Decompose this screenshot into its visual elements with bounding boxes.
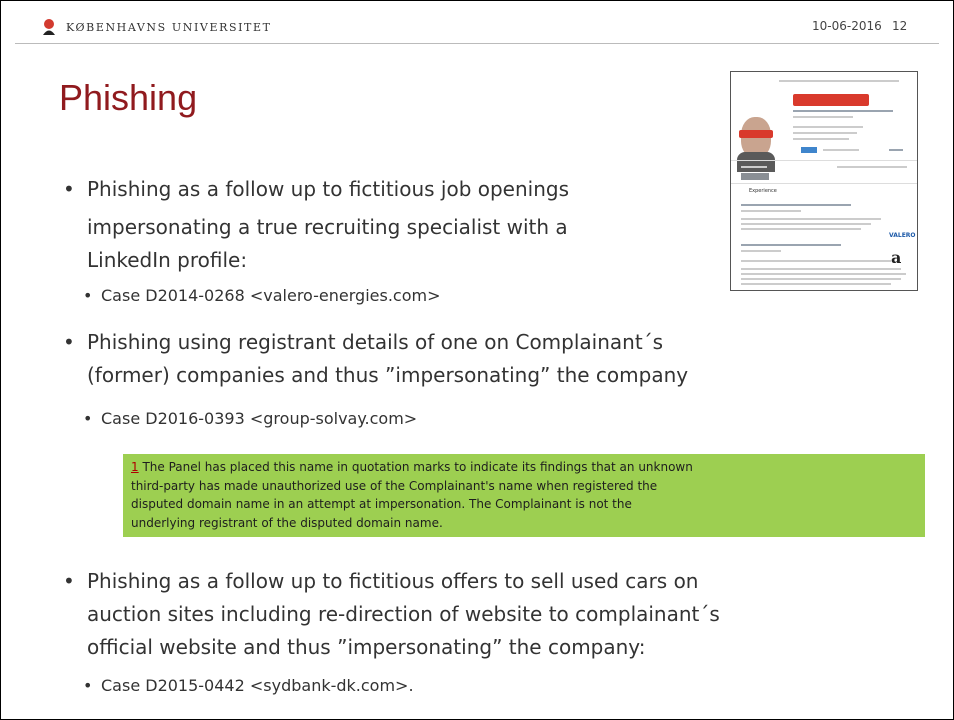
header-date: 10-06-2016 <box>812 19 882 33</box>
footnote-line: third-party has made unauthorized use of… <box>131 478 658 493</box>
footnote-marker: 1 <box>131 460 139 474</box>
bullet-icon: • <box>63 330 75 354</box>
valero-logo: VALERO <box>889 232 916 239</box>
bullet-icon: • <box>63 569 75 593</box>
slide-title: Phishing <box>59 77 198 118</box>
slide: KØBENHAVNS UNIVERSITET 10-06-2016 12 Phi… <box>0 0 954 720</box>
sub-bullet-icon: • <box>83 286 93 305</box>
redaction-bar <box>793 94 869 106</box>
redaction-bar <box>739 130 773 138</box>
header-divider <box>15 43 939 44</box>
bullet-text: LinkedIn profile: <box>87 248 248 272</box>
bullet-icon: • <box>63 177 75 201</box>
bullet-text: official website and thus ”impersonating… <box>87 635 646 659</box>
bullet-text: impersonating a true recruiting speciali… <box>87 215 568 239</box>
crown-logo-icon <box>43 19 55 35</box>
footnote-line: underlying registrant of the disputed do… <box>131 515 443 530</box>
sub-bullet-icon: • <box>83 409 93 428</box>
sub-bullet-text: Case D2014-0268 <valero-energies.com> <box>101 286 441 305</box>
bullet-text: Phishing as a follow up to fictitious of… <box>87 569 699 593</box>
bullet-text: Phishing as a follow up to fictitious jo… <box>87 177 570 201</box>
linkedin-profile-screenshot: Experience VALERO a <box>730 71 918 291</box>
bullet-text: Phishing using registrant details of one… <box>87 330 664 354</box>
footnote-box: 1 The Panel has placed this name in quot… <box>123 454 925 537</box>
bullet-text: auction sites including re-direction of … <box>87 602 720 626</box>
footnote-line: disputed domain name in an attempt at im… <box>131 497 632 511</box>
sub-bullet-text: Case D2016-0393 <group-solvay.com> <box>101 409 418 428</box>
sub-bullet-text: Case D2015-0442 <sydbank-dk.com>. <box>101 676 414 695</box>
logo-text: KØBENHAVNS UNIVERSITET <box>66 21 272 34</box>
sub-bullet-icon: • <box>83 676 93 695</box>
experience-label: Experience <box>749 188 777 194</box>
footnote-text: The Panel has placed this name in quotat… <box>138 460 693 474</box>
page-number: 12 <box>892 19 908 33</box>
bullet-text: (former) companies and thus ”impersonati… <box>87 363 689 387</box>
slide-header: KØBENHAVNS UNIVERSITET 10-06-2016 12 <box>1 1 953 51</box>
footnote-line: 1 The Panel has placed this name in quot… <box>131 458 925 477</box>
amazon-logo: a <box>891 248 902 267</box>
